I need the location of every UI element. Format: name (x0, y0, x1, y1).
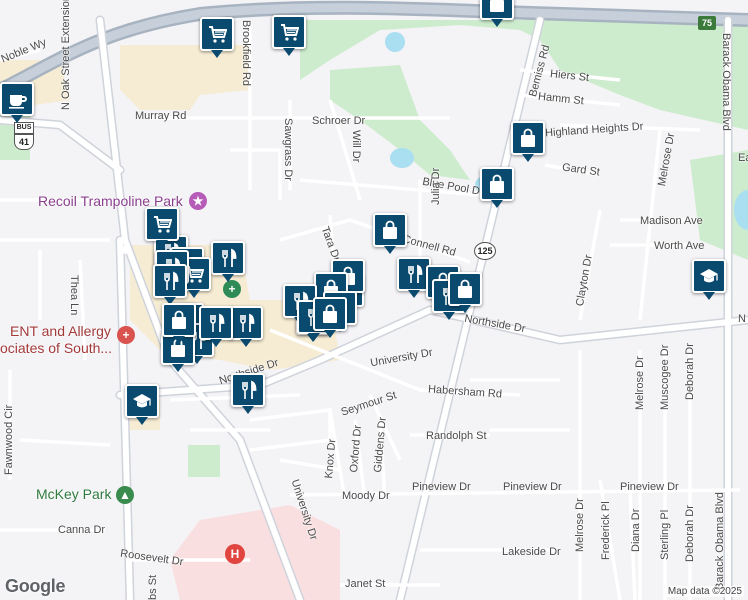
fork-knife-pin[interactable] (231, 373, 265, 414)
google-logo: Google (5, 576, 66, 596)
trampoline-icon[interactable]: ★ (189, 192, 207, 210)
bag-icon (490, 0, 504, 12)
street-label: Frederick Pl (600, 501, 612, 560)
street-label: Sterling Pl (659, 509, 671, 560)
street-label: Deborah Dr (684, 505, 696, 562)
fork-knife-icon (210, 313, 225, 332)
street-label: Murray Rd (135, 110, 187, 122)
street-label: Muscogee Dr (659, 344, 671, 410)
bag-pin[interactable] (373, 213, 407, 254)
map-canvas[interactable]: Noble Wy Murray Rd N Oak Street Extensio… (0, 0, 748, 600)
street-label: Lakeside Dr (502, 546, 561, 558)
street-label: Pineview Dr (503, 481, 562, 493)
street-label: Will Dr (350, 130, 362, 163)
bag-pin[interactable] (480, 167, 514, 208)
street-label: Fawnwood Cir (3, 404, 15, 475)
street-label: Pineview Dr (412, 481, 471, 493)
street-label: Barack Obama Blvd (714, 492, 726, 590)
cart-pin[interactable] (200, 17, 234, 58)
street-label: Madison Ave (640, 215, 703, 227)
bag-pin[interactable] (480, 0, 514, 27)
street-label: bs St (147, 574, 159, 600)
us-41-shield: 41 (14, 134, 34, 150)
park-area-mckey (188, 445, 220, 477)
cart-icon (154, 216, 172, 233)
bag-icon (521, 128, 535, 147)
fork-knife-icon (240, 313, 255, 332)
cart-icon (209, 26, 227, 43)
street-label: Canna Dr (58, 524, 106, 536)
street-label: N Oak Street Extension (60, 0, 72, 110)
school-pin[interactable] (125, 384, 159, 425)
fork-knife-pin[interactable] (211, 241, 245, 282)
school-icon (700, 269, 718, 283)
fork-knife-icon (222, 248, 237, 267)
bag-pin[interactable] (162, 303, 196, 344)
bus-route-shield: BUS (14, 122, 34, 134)
street-label: Thea Ln (68, 275, 80, 316)
street-label: Sawgrass Dr (282, 118, 294, 181)
interstate-75-shield: 75 (698, 16, 716, 30)
bag-icon (383, 220, 397, 239)
fork-knife-pin[interactable] (199, 306, 233, 347)
coffee-pin[interactable] (0, 82, 34, 123)
bag-icon (458, 279, 472, 298)
street-label: Melrose Dr (634, 356, 646, 410)
bag-pin[interactable] (313, 297, 347, 338)
fork-knife-icon (242, 380, 257, 399)
bag-icon (323, 304, 337, 323)
street-label: Brookfield Rd (240, 20, 252, 87)
commercial-area-1 (120, 45, 250, 110)
coffee-icon (9, 95, 27, 109)
street-label: Pineview Dr (620, 481, 679, 493)
route-125-shield: 125 (474, 242, 496, 260)
street-label: Deborah Dr (684, 343, 696, 400)
cart-icon (281, 24, 299, 41)
fork-knife-pin[interactable] (153, 264, 187, 305)
pharmacy-icon[interactable]: + (223, 280, 241, 298)
street-label: Schroer Dr (312, 115, 366, 127)
cart-pin[interactable] (145, 207, 179, 248)
hospital-icon[interactable]: H (225, 544, 245, 564)
street-label: Barack Obama Blvd (720, 33, 732, 131)
fork-knife-icon (408, 264, 423, 283)
street-label: Melrose Dr (574, 498, 586, 552)
cart-pin[interactable] (272, 15, 306, 56)
fork-knife-pin[interactable] (229, 306, 263, 347)
medical-icon[interactable]: + (117, 326, 135, 344)
place-label-mckey-park[interactable]: McKey Park (36, 486, 111, 502)
street-label: Worth Ave (654, 240, 705, 252)
school-pin[interactable] (692, 259, 726, 300)
street-label: Diana Dr (630, 508, 642, 552)
place-label-ent-allergy-2[interactable]: ociates of South... (0, 340, 112, 356)
bag-pin[interactable] (448, 272, 482, 313)
map-attribution[interactable]: Map data ©2025 (665, 586, 744, 597)
street-label: Ea (738, 152, 748, 164)
street-label: Julia Dr (430, 167, 442, 205)
fork-knife-icon (164, 271, 179, 290)
bag-icon (490, 174, 504, 193)
street-label: N (738, 313, 746, 325)
hospital-area (170, 505, 340, 600)
pond-2 (390, 148, 414, 168)
school-icon (133, 394, 151, 408)
bag-pin[interactable] (511, 121, 545, 162)
place-label-ent-allergy[interactable]: ENT and Allergy (10, 323, 111, 339)
street-label: Janet St (345, 578, 386, 590)
bag-icon (172, 310, 186, 329)
street-label: Moody Dr (342, 490, 390, 502)
pond-1 (385, 32, 405, 52)
park-tree-icon[interactable]: ▲ (116, 486, 134, 504)
street-label: Randolph St (426, 430, 487, 442)
